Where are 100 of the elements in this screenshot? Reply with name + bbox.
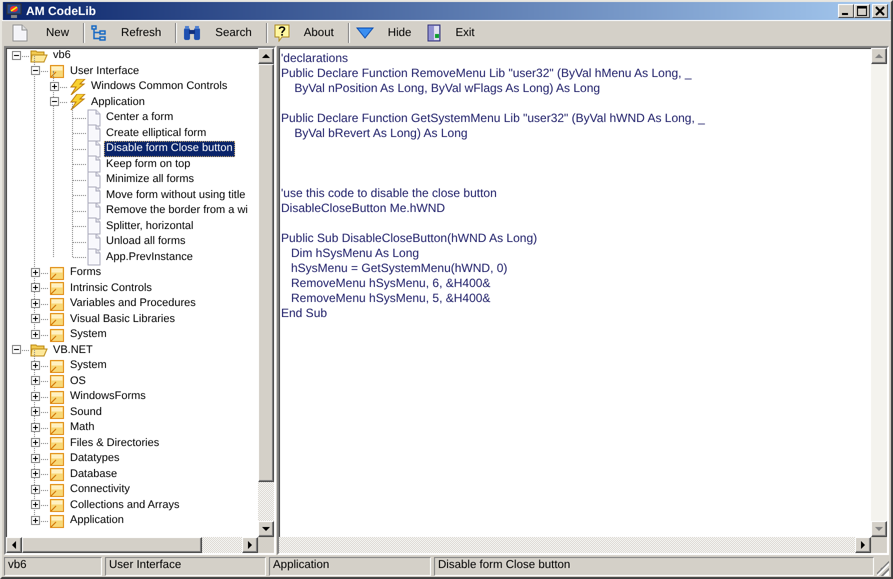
maximize-button[interactable] bbox=[854, 4, 870, 18]
document-icon bbox=[87, 155, 101, 174]
close-button[interactable] bbox=[872, 4, 888, 18]
expand-toggle[interactable] bbox=[31, 268, 40, 277]
scrollbar[interactable] bbox=[6, 537, 258, 553]
tree-item[interactable]: Database bbox=[68, 466, 120, 482]
folder-icon bbox=[49, 497, 65, 514]
expand-toggle[interactable] bbox=[31, 360, 40, 370]
scroll-down-button[interactable] bbox=[871, 521, 887, 537]
folder-icon bbox=[49, 358, 65, 374]
tree-item[interactable]: System bbox=[68, 327, 109, 342]
toolbar-button[interactable]: Hide bbox=[352, 22, 424, 44]
tree-item[interactable]: Sound bbox=[68, 404, 104, 420]
tree-item[interactable]: Move form without using title bbox=[104, 188, 248, 203]
folder-icon bbox=[30, 342, 48, 358]
document-icon bbox=[87, 108, 101, 127]
minimize-icon bbox=[842, 13, 848, 15]
tree-item[interactable]: WindowsForms bbox=[68, 389, 148, 404]
folder-icon bbox=[49, 466, 65, 482]
document-icon bbox=[87, 170, 101, 189]
tree-item[interactable]: Application bbox=[68, 513, 126, 528]
scroll-up-button[interactable] bbox=[871, 48, 887, 64]
tree-item[interactable]: Splitter, horizontal bbox=[104, 218, 196, 234]
folder-icon bbox=[49, 512, 65, 529]
scroll-thumb[interactable] bbox=[22, 537, 202, 553]
close-icon bbox=[874, 6, 886, 16]
scroll-right-button[interactable] bbox=[242, 537, 258, 553]
monitor-icon bbox=[6, 3, 22, 19]
tree-item[interactable]: Forms bbox=[68, 265, 104, 280]
status-panel: Disable form Close button bbox=[434, 557, 874, 576]
tree-item[interactable]: User Interface bbox=[68, 64, 142, 79]
folder-icon bbox=[49, 264, 65, 281]
tree-item[interactable]: Minimize all forms bbox=[104, 172, 196, 188]
tree-item[interactable]: Intrinsic Controls bbox=[68, 280, 154, 296]
tree-item[interactable]: Collections and Arrays bbox=[68, 498, 182, 513]
tree-item[interactable]: Visual Basic Libraries bbox=[68, 312, 177, 327]
tree-item[interactable]: Files & Directories bbox=[68, 436, 162, 451]
expand-toggle[interactable] bbox=[31, 422, 40, 432]
tree-item[interactable]: Disable form Close button bbox=[104, 141, 235, 156]
document-icon bbox=[87, 202, 101, 220]
scroll-right-button[interactable] bbox=[855, 537, 871, 553]
status-panel: User Interface bbox=[105, 557, 266, 576]
expand-toggle[interactable] bbox=[31, 500, 40, 510]
folder-icon bbox=[49, 326, 65, 343]
folder-icon bbox=[49, 404, 65, 420]
toolbar-button[interactable]: Search bbox=[179, 22, 264, 44]
expand-toggle[interactable] bbox=[31, 516, 40, 525]
expand-toggle[interactable] bbox=[31, 314, 40, 324]
tree-item[interactable]: VB.NET bbox=[51, 342, 95, 358]
expand-toggle[interactable] bbox=[31, 407, 40, 416]
collapse-toggle[interactable] bbox=[12, 345, 21, 354]
scroll-down-button[interactable] bbox=[258, 521, 274, 537]
tree-item[interactable]: Unload all forms bbox=[104, 234, 188, 250]
folder-icon bbox=[49, 280, 65, 296]
maximize-icon bbox=[856, 6, 868, 16]
collapse-toggle[interactable] bbox=[31, 66, 40, 76]
tree-item[interactable]: Remove the border from a wi bbox=[104, 203, 250, 218]
tree-item[interactable]: Application bbox=[89, 94, 147, 110]
scroll-left-button[interactable] bbox=[6, 537, 22, 553]
down-triangle-icon bbox=[356, 27, 374, 39]
document-icon bbox=[87, 186, 101, 204]
expand-toggle[interactable] bbox=[31, 469, 40, 478]
expand-toggle[interactable] bbox=[31, 376, 40, 386]
expand-toggle[interactable] bbox=[31, 484, 40, 494]
expand-toggle[interactable] bbox=[31, 283, 40, 292]
document-icon bbox=[87, 232, 101, 251]
folder-icon bbox=[49, 63, 65, 80]
tree-item[interactable]: Windows Common Controls bbox=[89, 79, 230, 94]
tree-item[interactable]: Connectivity bbox=[68, 482, 132, 498]
expand-toggle[interactable] bbox=[31, 298, 40, 308]
status-panel: vb6 bbox=[4, 557, 102, 576]
scroll-up-button[interactable] bbox=[258, 48, 274, 64]
tree-item[interactable]: OS bbox=[68, 374, 88, 389]
toolbar-button[interactable]: Refresh bbox=[87, 22, 174, 44]
tree-item[interactable]: Create elliptical form bbox=[104, 126, 208, 141]
tree-item[interactable]: App.PrevInstance bbox=[104, 250, 195, 265]
door-icon bbox=[427, 24, 442, 42]
help-icon bbox=[274, 24, 290, 42]
tree-item[interactable]: Center a form bbox=[104, 110, 176, 126]
tree-item[interactable]: Keep form on top bbox=[104, 156, 192, 172]
tree-item[interactable]: Math bbox=[68, 420, 96, 436]
lightning-icon bbox=[68, 94, 86, 110]
status-panel: Application bbox=[269, 557, 431, 576]
tree-item[interactable]: Datatypes bbox=[68, 451, 122, 466]
scrollbar-corner bbox=[871, 537, 887, 553]
folder-icon bbox=[49, 450, 65, 467]
expand-toggle[interactable] bbox=[31, 438, 40, 448]
expand-toggle[interactable] bbox=[31, 330, 40, 339]
expand-toggle[interactable] bbox=[50, 82, 59, 91]
toolbar-button[interactable]: Exit bbox=[423, 22, 487, 44]
tree-item[interactable]: System bbox=[68, 358, 109, 374]
toolbar-button[interactable]: About bbox=[270, 22, 346, 44]
collapse-toggle[interactable] bbox=[50, 97, 59, 106]
expand-toggle[interactable] bbox=[31, 454, 40, 463]
expand-toggle[interactable] bbox=[31, 392, 40, 401]
collapse-toggle[interactable] bbox=[12, 50, 21, 60]
toolbar-button[interactable]: New bbox=[8, 22, 82, 44]
tree-item[interactable]: vb6 bbox=[51, 48, 73, 64]
minimize-button[interactable] bbox=[838, 4, 854, 18]
tree-item[interactable]: Variables and Procedures bbox=[68, 296, 198, 312]
